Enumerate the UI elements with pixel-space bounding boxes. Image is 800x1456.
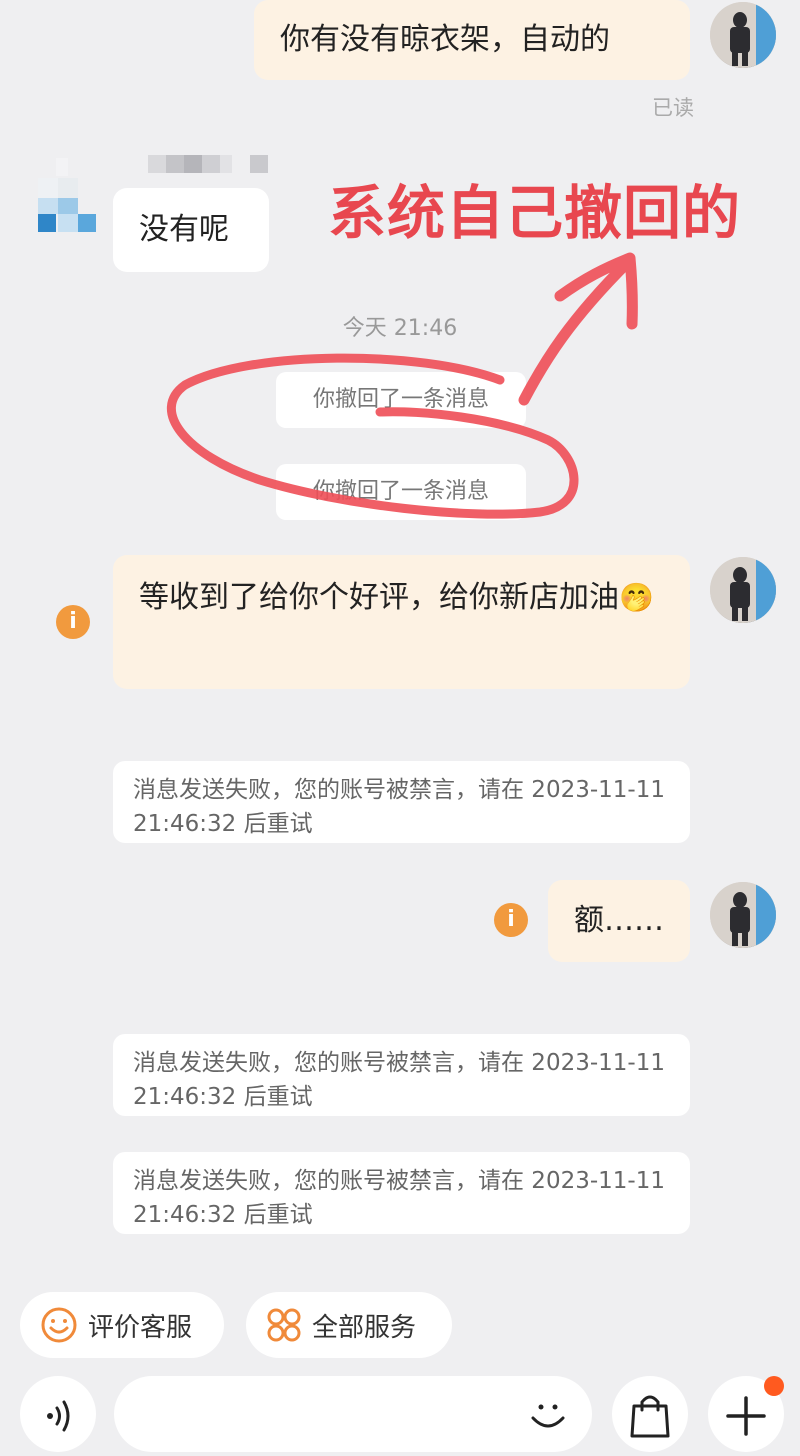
- rate-service-label: 评价客服: [88, 1312, 193, 1343]
- send-failure-notice: 消息发送失败，您的账号被禁言，请在 2023-11-11 21:46:32 后重…: [113, 761, 690, 843]
- voice-icon: [47, 1400, 70, 1432]
- shop-button[interactable]: [612, 1376, 688, 1452]
- message-text: 等收到了给你个好评，给你新店加油: [139, 580, 619, 615]
- smile-icon: [41, 1307, 77, 1343]
- rate-service-button[interactable]: 评价客服: [20, 1292, 224, 1358]
- annotation-circle: [166, 353, 579, 519]
- message-text: 额……: [574, 903, 664, 938]
- send-failed-icon[interactable]: i: [494, 903, 528, 937]
- message-input-field[interactable]: [138, 1392, 512, 1438]
- send-failure-notice: 消息发送失败，您的账号被禁言，请在 2023-11-11 21:46:32 后重…: [113, 1152, 690, 1234]
- voice-button[interactable]: [20, 1376, 96, 1452]
- grid-services-icon: [267, 1308, 301, 1342]
- send-failed-icon[interactable]: i: [56, 605, 90, 639]
- emoji-icon[interactable]: [526, 1394, 570, 1438]
- my-avatar[interactable]: [710, 882, 776, 948]
- message-input[interactable]: [114, 1376, 592, 1452]
- my-message-bubble[interactable]: 等收到了给你个好评，给你新店加油🤭: [113, 555, 690, 689]
- all-services-label: 全部服务: [312, 1312, 417, 1343]
- my-message-bubble[interactable]: 额……: [548, 880, 690, 962]
- annotation-drawing: [166, 252, 638, 519]
- annotation-arrow: [518, 252, 638, 406]
- my-avatar[interactable]: [710, 557, 776, 623]
- shopping-bag-icon: [630, 1395, 670, 1438]
- smirk-emoji: 🤭: [619, 581, 654, 614]
- send-failure-notice: 消息发送失败，您的账号被禁言，请在 2023-11-11 21:46:32 后重…: [113, 1034, 690, 1116]
- all-services-button[interactable]: 全部服务: [246, 1292, 452, 1358]
- notification-dot: [764, 1376, 784, 1396]
